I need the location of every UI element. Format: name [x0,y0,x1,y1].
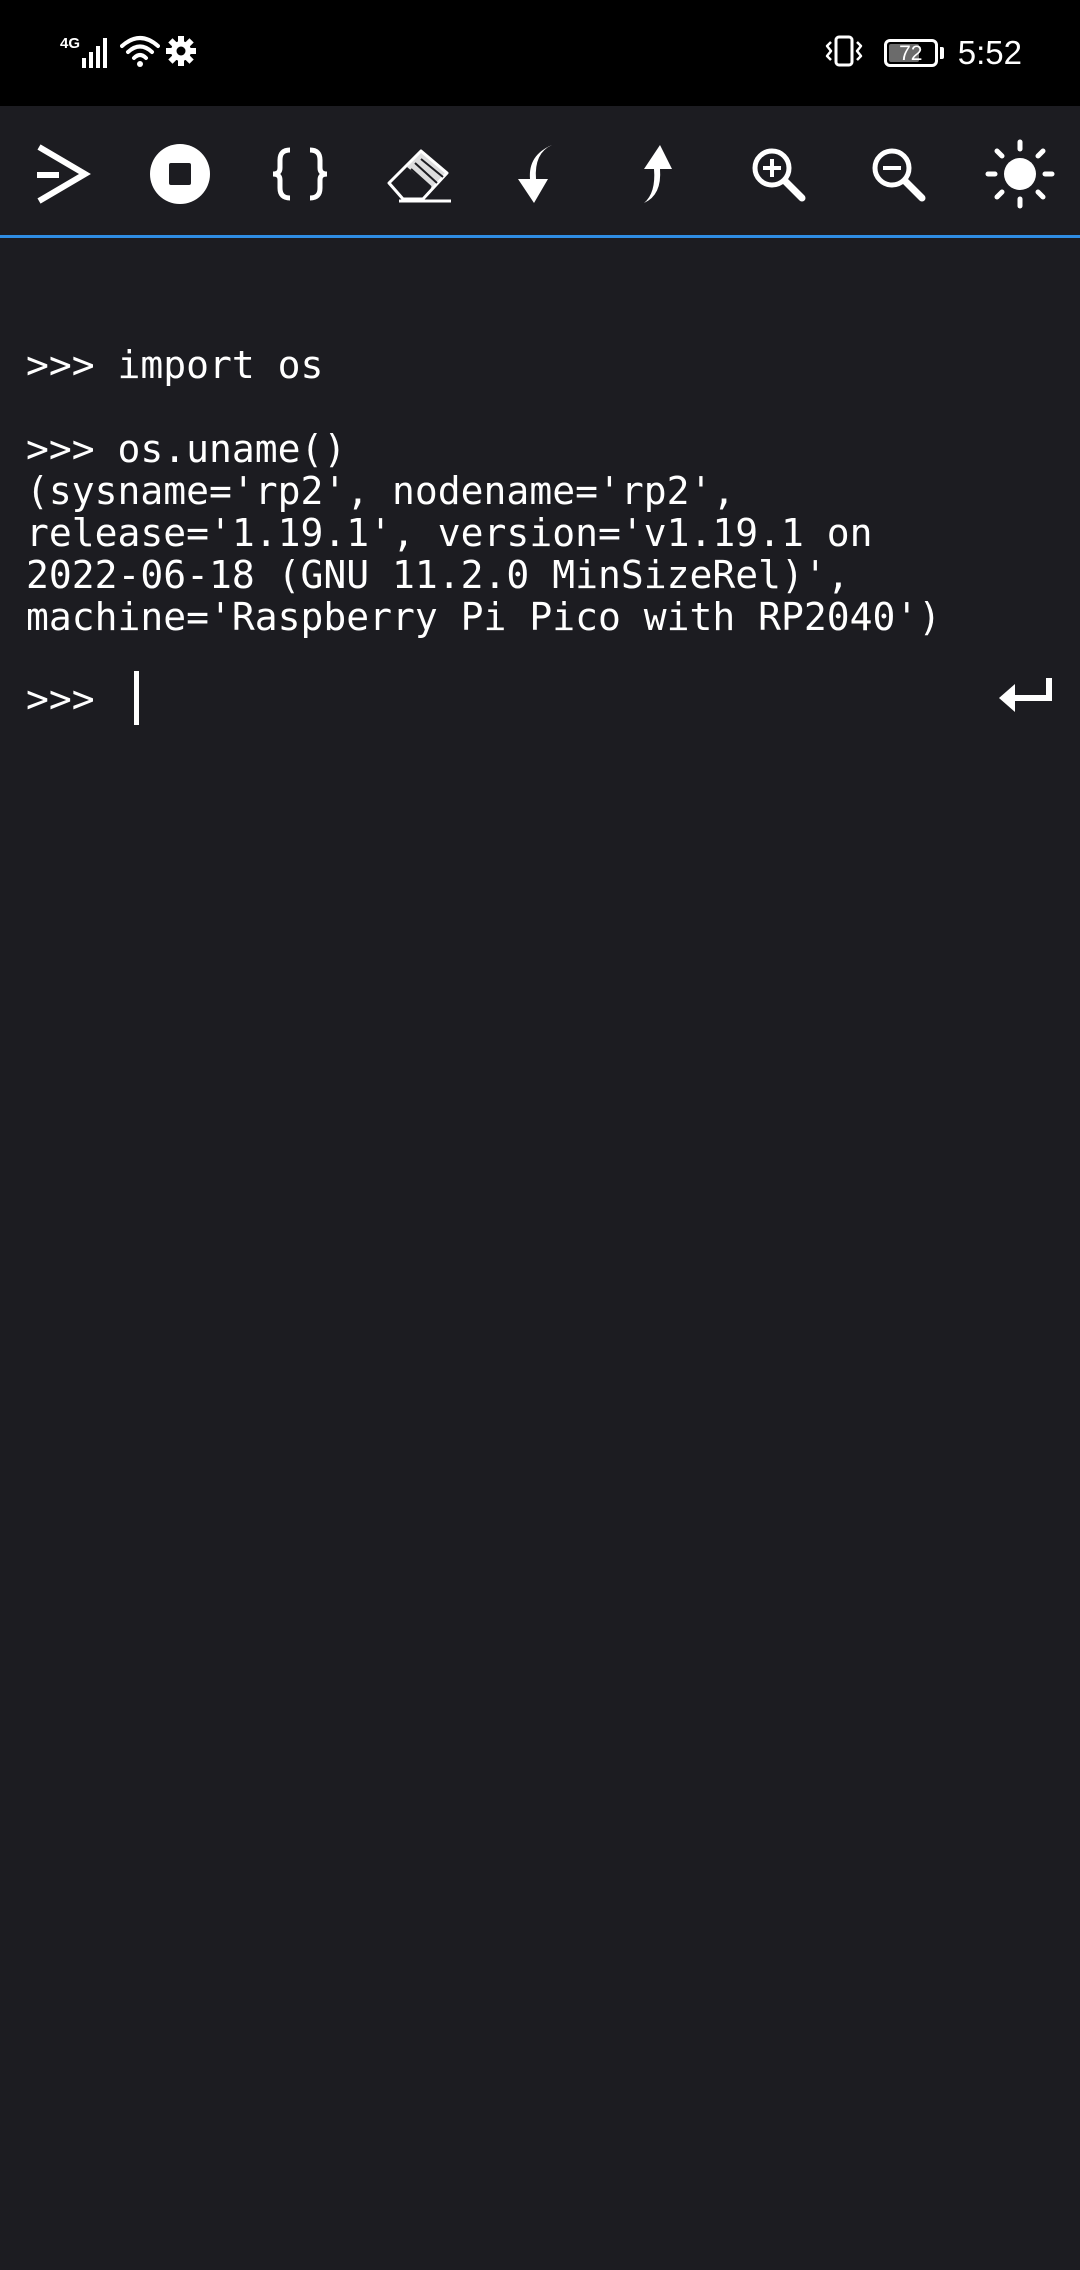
battery-tip [939,47,944,59]
braces-icon [268,146,332,206]
wifi-icon [120,34,161,72]
zoom-in-icon [748,144,808,208]
status-bar: 4G 72 5:52 [0,0,1080,106]
repl-input[interactable] [110,671,931,727]
stop-icon [149,143,211,209]
download-button[interactable] [494,134,578,218]
brightness-button[interactable] [978,134,1062,218]
arrow-down-icon [508,141,564,211]
clock: 5:52 [957,34,1022,71]
signal-icon [82,34,112,72]
code-button[interactable] [258,134,342,218]
run-button[interactable] [21,134,105,218]
terminal-output: >>> import os >>> os.uname() (sysname='r… [0,238,1080,2270]
zoom-out-icon [868,144,928,208]
prompt-row: >>> [26,669,931,729]
enter-button[interactable] [990,668,1062,728]
terminal-line: >>> import os [26,343,324,387]
zoom-in-button[interactable] [736,134,820,218]
settings-gear-icon [164,34,198,72]
clear-button[interactable] [378,134,462,218]
terminal-line: 2022-06-18 (GNU 11.2.0 MinSizeRel)', [26,553,850,597]
upload-button[interactable] [618,134,702,218]
battery-level-text: 72 [899,41,923,65]
status-left: 4G [60,28,198,78]
eraser-icon [385,143,455,209]
terminal-line: (sysname='rp2', nodename='rp2', [26,469,736,513]
enter-return-icon [997,676,1055,720]
vibrate-icon [822,34,866,72]
text-cursor [134,671,139,725]
sun-icon [985,139,1055,213]
zoom-out-button[interactable] [856,134,940,218]
arrow-up-icon [632,141,688,211]
toolbar [0,106,1080,238]
terminal-line: machine='Raspberry Pi Pico with RP2040') [26,595,942,639]
repl-prompt: >>> [26,677,95,721]
terminal-line: >>> os.uname() [26,427,347,471]
status-right: 72 5:52 [822,28,1022,78]
terminal-line: release='1.19.1', version='v1.19.1 on [26,511,873,555]
battery-icon: 72 [883,39,938,67]
run-chevron-icon [33,141,93,211]
network-type-label: 4G [60,34,81,52]
stop-button[interactable] [138,134,222,218]
